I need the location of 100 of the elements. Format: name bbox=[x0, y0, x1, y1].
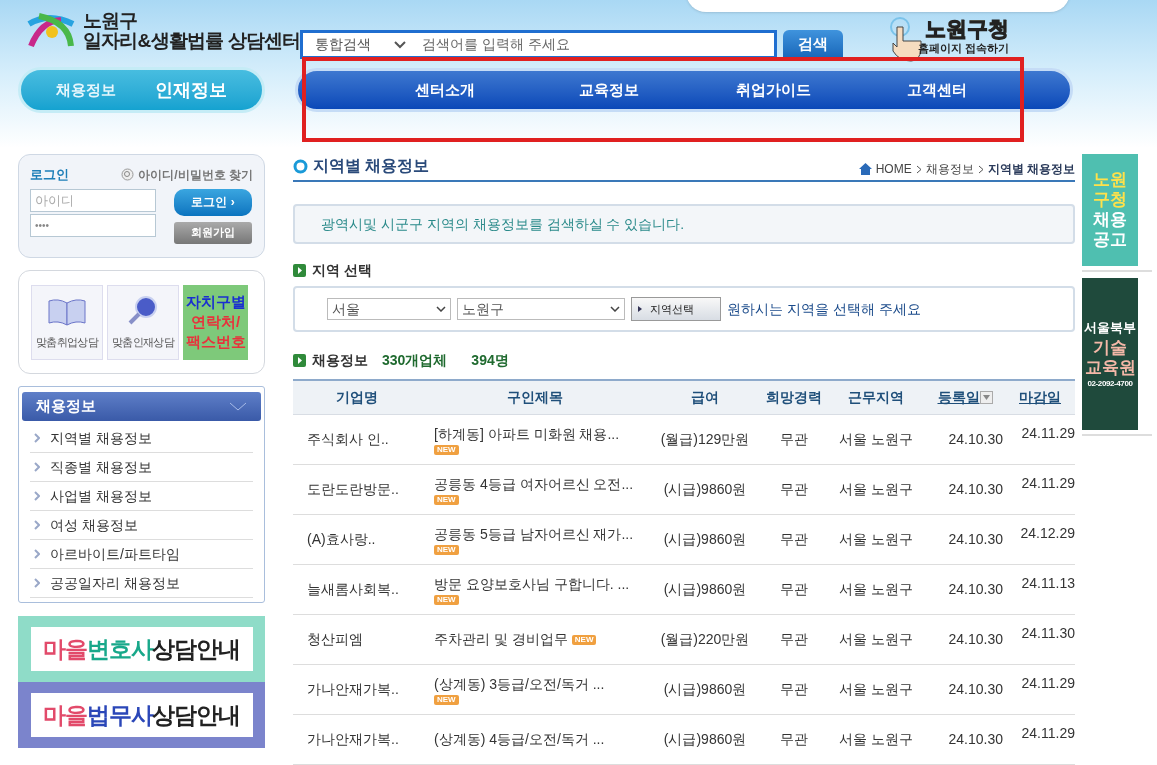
job-title-link[interactable]: 공릉동 5등급 남자어르신 재가... bbox=[434, 524, 634, 545]
table-row[interactable]: 주식회사 인.. [하계동] 아파트 미화원 채용... NEW (월급)129만원 무관 서울 노원구 24.10.30 24.11.29 bbox=[293, 415, 1075, 465]
id-field[interactable]: 아이디 bbox=[30, 188, 156, 212]
tile-text: 연락처/ bbox=[190, 312, 241, 332]
chevron-right-icon bbox=[34, 462, 40, 472]
menu-item[interactable]: 지역별 채용정보 bbox=[30, 424, 253, 453]
nav-item[interactable]: 센터소개 bbox=[398, 78, 492, 102]
chevron-right-icon bbox=[34, 549, 40, 559]
table-cell-text: 24.10.30 bbox=[948, 480, 1003, 499]
job-title-link[interactable]: 주차관리 및 경비업무 bbox=[434, 629, 568, 650]
table-cell-text: 서울 노원구 bbox=[839, 430, 913, 449]
contact-tile[interactable]: 자치구별 연락처/ 팩스번호 bbox=[183, 284, 248, 360]
password-field[interactable]: •••• bbox=[30, 213, 156, 237]
table-cell: 주식회사 인.. bbox=[307, 431, 389, 447]
table-cell-text: (월급)129만원 bbox=[660, 430, 750, 449]
play-icon bbox=[638, 306, 642, 312]
table-cell-text: 24.11.13 bbox=[1021, 574, 1075, 593]
ad-banner[interactable]: 서울북부 기술 교육원 02-2092-4700 bbox=[1082, 278, 1138, 430]
table-cell: 가나안재가복.. bbox=[307, 731, 399, 747]
chevron-right-icon bbox=[34, 433, 40, 443]
job-title-link[interactable]: (상계동) 4등급/오전/독거 ... bbox=[434, 729, 605, 750]
column-header[interactable]: 등록일 bbox=[937, 387, 980, 408]
home-icon bbox=[858, 163, 872, 175]
menu-item[interactable]: 직종별 채용정보 bbox=[30, 453, 253, 482]
nav-item[interactable]: 고객센터 bbox=[890, 78, 984, 102]
table-cell-text: 서울 노원구 bbox=[839, 530, 913, 549]
table-cell-text: 24.10.30 bbox=[948, 430, 1003, 449]
table-cell-text: 서울 노원구 bbox=[839, 730, 913, 749]
column-header: 희망경력 bbox=[765, 388, 822, 407]
table-cell-text: 24.11.29 bbox=[1021, 424, 1075, 443]
table-cell-text: 24.10.30 bbox=[948, 730, 1003, 749]
ad-text: 02-2092-4700 bbox=[1087, 378, 1133, 390]
table-row[interactable]: 가나안재가복.. (상계동) 3등급/오전/독거 ... NEW (시급)9860원 무관 서울 노원구 24.10.30 24.11.29 bbox=[293, 665, 1075, 715]
table-cell-text: 무관 bbox=[779, 480, 808, 499]
login-title: 로그인 bbox=[30, 166, 69, 184]
column-header[interactable]: 마감일 bbox=[1019, 387, 1061, 408]
job-title-link[interactable]: 공릉동 4등급 여자어르신 오전... bbox=[434, 474, 634, 495]
table-row[interactable]: 늘새롬사회복.. 방문 요양보호사님 구합니다. ... NEW (시급)9860원 무관 서울 노원구 24.10.30 24.11.13 bbox=[293, 565, 1075, 615]
banner-text: 상담안내 bbox=[152, 634, 240, 664]
region-select-button[interactable]: 지역선택 bbox=[631, 297, 721, 321]
menu-item[interactable]: 아르바이트/파트타임 bbox=[30, 540, 253, 569]
people-count: 394명 bbox=[471, 351, 509, 370]
table-row[interactable]: 청산피엠 주차관리 및 경비업무 NEW (월급)220만원 무관 서울 노원구 24.10.30 24.11.30 bbox=[293, 615, 1075, 665]
table-row[interactable]: 가나안재가복.. (상계동) 4등급/오전/독거 ... (시급)9860원 무관 서울 노원구 24.10.30 24.11.29 bbox=[293, 715, 1075, 765]
table-cell: 청산피엠 bbox=[307, 631, 363, 647]
table-cell-text: 24.10.30 bbox=[948, 680, 1003, 699]
tile-label: 맞춤인재상담 bbox=[111, 335, 175, 350]
consult-tile[interactable]: 맞춤인재상담 bbox=[107, 284, 179, 360]
chevron-right-icon bbox=[34, 578, 40, 588]
column-header: 구인제목 bbox=[507, 388, 563, 407]
region-hint: 원하시는 지역을 선택해 주세요 bbox=[727, 299, 921, 319]
search-button[interactable]: 검색 bbox=[783, 30, 843, 59]
nav-item[interactable]: 교육정보 bbox=[562, 78, 656, 102]
promo-subtitle[interactable]: 홈페이지 접속하기 bbox=[918, 41, 1010, 55]
tile-label: 맞춤취업상담 bbox=[35, 335, 99, 350]
job-title-link[interactable]: (상계동) 3등급/오전/독거 ... bbox=[434, 674, 605, 695]
notice-text: 광역시및 시군구 지역의 채용정보를 검색하실 수 있습니다. bbox=[321, 214, 685, 234]
breadcrumb-item: 지역별 채용정보 bbox=[987, 161, 1075, 178]
consult-banner[interactable]: 마을변호사상담안내 bbox=[18, 616, 265, 682]
breadcrumb-item[interactable]: 채용정보 bbox=[925, 160, 974, 178]
table-cell-text: (시급)9860원 bbox=[663, 530, 747, 549]
breadcrumb-item[interactable]: HOME bbox=[875, 160, 912, 178]
sort-down-icon[interactable] bbox=[979, 391, 993, 404]
table-cell-text: (시급)9860원 bbox=[663, 730, 747, 749]
job-title-link[interactable]: 방문 요양보호사님 구합니다. ... bbox=[434, 574, 630, 595]
promo-title[interactable]: 노원구청 bbox=[925, 17, 1010, 41]
ring-icon bbox=[293, 158, 308, 174]
find-account-link[interactable]: 아이디/비밀번호 찾기 bbox=[121, 165, 253, 184]
city-select[interactable]: 서울 bbox=[327, 298, 451, 320]
menu-item[interactable]: 공공일자리 채용정보 bbox=[30, 569, 253, 598]
search-scope-select[interactable]: 통합검색 bbox=[303, 33, 418, 56]
consult-tile[interactable]: 맞춤취업상담 bbox=[31, 284, 103, 360]
table-cell-text: 무관 bbox=[779, 730, 808, 749]
search-bar[interactable]: 통합검색 검색어를 입력해 주세요 bbox=[300, 30, 777, 59]
section-title: 지역 선택 bbox=[312, 261, 372, 280]
magnifier-icon bbox=[127, 294, 159, 326]
login-button[interactable]: 로그인 › bbox=[174, 188, 252, 216]
table-row[interactable]: 도란도란방문.. 공릉동 4등급 여자어르신 오전... NEW (시급)9860원 무관 서울 노원구 24.10.30 24.11.29 bbox=[293, 465, 1075, 515]
table-cell-text: 서울 노원구 bbox=[839, 480, 913, 499]
job-title-link[interactable]: [하계동] 아파트 미화원 채용... bbox=[434, 424, 620, 445]
search-field[interactable]: 검색어를 입력해 주세요 bbox=[418, 34, 774, 55]
chevron-right-icon bbox=[34, 491, 40, 501]
table-cell-text: 무관 bbox=[779, 580, 808, 599]
table-cell-text: 24.11.29 bbox=[1021, 674, 1075, 693]
banner-text: 변호사 bbox=[86, 634, 153, 664]
consult-banner[interactable]: 마을법무사상담안내 bbox=[18, 682, 265, 748]
nav-item[interactable]: 취업가이드 bbox=[726, 78, 820, 102]
menu-item[interactable]: 여성 채용정보 bbox=[30, 511, 253, 540]
table-cell: 늘새롬사회복.. bbox=[307, 581, 399, 597]
chevron-down-icon bbox=[394, 40, 406, 49]
section-title: 채용정보 bbox=[312, 351, 368, 370]
menu-item[interactable]: 사업별 채용정보 bbox=[30, 482, 253, 511]
chevron-right-icon bbox=[915, 164, 922, 174]
book-icon bbox=[47, 298, 87, 326]
banner-text: 마을 bbox=[43, 634, 87, 664]
banner-text: 법무사 bbox=[86, 700, 153, 730]
table-row[interactable]: (A)효사랑.. 공릉동 5등급 남자어르신 재가... NEW (시급)9860원 무관 서울 노원구 24.10.30 24.12.29 bbox=[293, 515, 1075, 565]
new-badge: NEW bbox=[434, 695, 459, 705]
table-cell: 도란도란방문.. bbox=[307, 481, 399, 497]
district-select[interactable]: 노원구 bbox=[457, 298, 625, 320]
